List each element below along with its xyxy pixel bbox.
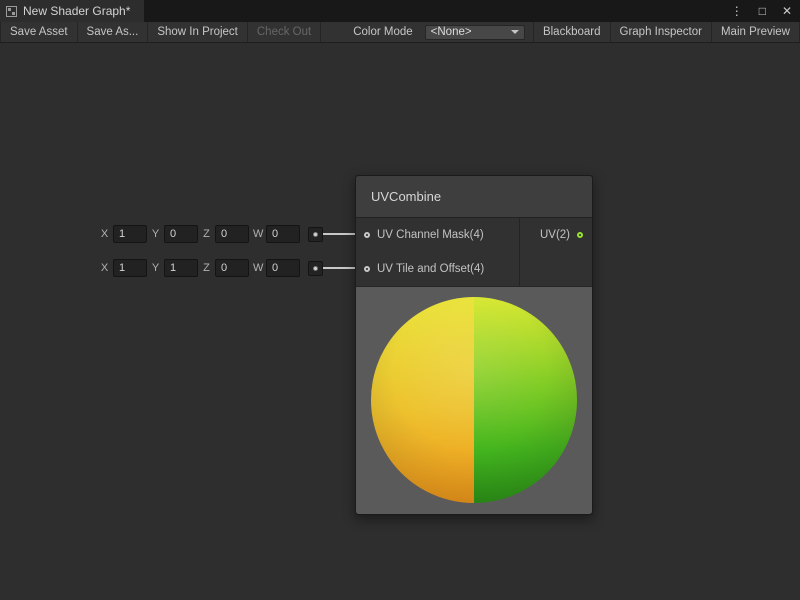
sphere-right-half xyxy=(474,297,577,503)
shader-graph-window: New Shader Graph* ⋮ □ ✕ Save Asset Save … xyxy=(0,0,800,600)
input-port-row-uv-channel-mask: UV Channel Mask(4) xyxy=(356,218,519,252)
inline-port-stub[interactable] xyxy=(308,261,323,276)
vector-field-x[interactable]: 1 xyxy=(113,259,147,277)
axis-label-x: X xyxy=(100,262,109,274)
axis-label-z: Z xyxy=(202,228,211,240)
shader-graph-icon xyxy=(6,6,17,17)
save-asset-button[interactable]: Save Asset xyxy=(0,22,78,42)
color-mode-label: Color Mode xyxy=(347,22,418,42)
node-title-bar[interactable]: UVCombine xyxy=(356,176,592,218)
check-out-button: Check Out xyxy=(248,22,321,42)
port-dot-icon xyxy=(313,266,318,271)
uv-preview-sphere xyxy=(371,297,577,503)
vector4-slot-row-1: X 1 Y 0 Z 0 W 0 xyxy=(100,225,323,243)
output-port-label: UV(2) xyxy=(540,229,570,241)
axis-label-z: Z xyxy=(202,262,211,274)
main-preview-button[interactable]: Main Preview xyxy=(711,22,800,42)
node-uvcombine[interactable]: UVCombine UV Channel Mask(4) UV Tile and… xyxy=(355,175,593,515)
show-in-project-button[interactable]: Show In Project xyxy=(148,22,248,42)
vector-field-z[interactable]: 0 xyxy=(215,225,249,243)
graph-canvas[interactable]: X 1 Y 0 Z 0 W 0 X 1 Y 1 Z 0 W 0 xyxy=(0,43,800,600)
inline-port-stub[interactable] xyxy=(308,227,323,242)
axis-label-y: Y xyxy=(151,228,160,240)
input-port-label: UV Channel Mask(4) xyxy=(377,229,484,241)
vector-field-x[interactable]: 1 xyxy=(113,225,147,243)
tab-title: New Shader Graph* xyxy=(23,4,130,18)
output-port[interactable] xyxy=(577,232,583,238)
output-port-row: UV(2) xyxy=(520,218,592,252)
vector-field-w[interactable]: 0 xyxy=(266,259,300,277)
titlebar: New Shader Graph* ⋮ □ ✕ xyxy=(0,0,800,22)
axis-label-y: Y xyxy=(151,262,160,274)
axis-label-w: W xyxy=(253,228,262,240)
toolbar-right-group: Blackboard Graph Inspector Main Preview xyxy=(533,22,800,42)
input-port[interactable] xyxy=(364,232,370,238)
color-mode-dropdown[interactable]: <None> xyxy=(425,25,525,40)
color-mode-value: <None> xyxy=(431,26,472,38)
toolbar: Save Asset Save As... Show In Project Ch… xyxy=(0,22,800,43)
axis-label-w: W xyxy=(253,262,262,274)
input-port-row-uv-tile-offset: UV Tile and Offset(4) xyxy=(356,252,519,286)
blackboard-button[interactable]: Blackboard xyxy=(533,22,610,42)
node-port-area: UV Channel Mask(4) UV Tile and Offset(4)… xyxy=(356,218,592,286)
input-port[interactable] xyxy=(364,266,370,272)
close-icon[interactable]: ✕ xyxy=(774,0,800,22)
vector-field-w[interactable]: 0 xyxy=(266,225,300,243)
port-dot-icon xyxy=(313,232,318,237)
save-as-button[interactable]: Save As... xyxy=(78,22,149,42)
sphere-left-half xyxy=(371,297,474,503)
chevron-down-icon xyxy=(511,30,519,34)
window-controls: ⋮ □ ✕ xyxy=(723,0,800,22)
vector-field-z[interactable]: 0 xyxy=(215,259,249,277)
graph-inspector-button[interactable]: Graph Inspector xyxy=(610,22,711,42)
axis-label-x: X xyxy=(100,228,109,240)
node-preview xyxy=(356,286,592,514)
tab-new-shader-graph[interactable]: New Shader Graph* xyxy=(0,0,144,22)
input-port-label: UV Tile and Offset(4) xyxy=(377,263,484,275)
vector-field-y[interactable]: 1 xyxy=(164,259,198,277)
node-title: UVCombine xyxy=(371,189,441,204)
menu-icon[interactable]: ⋮ xyxy=(723,0,751,22)
node-input-column: UV Channel Mask(4) UV Tile and Offset(4) xyxy=(356,218,520,286)
maximize-icon[interactable]: □ xyxy=(751,0,774,22)
vector4-slot-row-2: X 1 Y 1 Z 0 W 0 xyxy=(100,259,323,277)
vector-field-y[interactable]: 0 xyxy=(164,225,198,243)
node-output-column: UV(2) xyxy=(520,218,592,286)
